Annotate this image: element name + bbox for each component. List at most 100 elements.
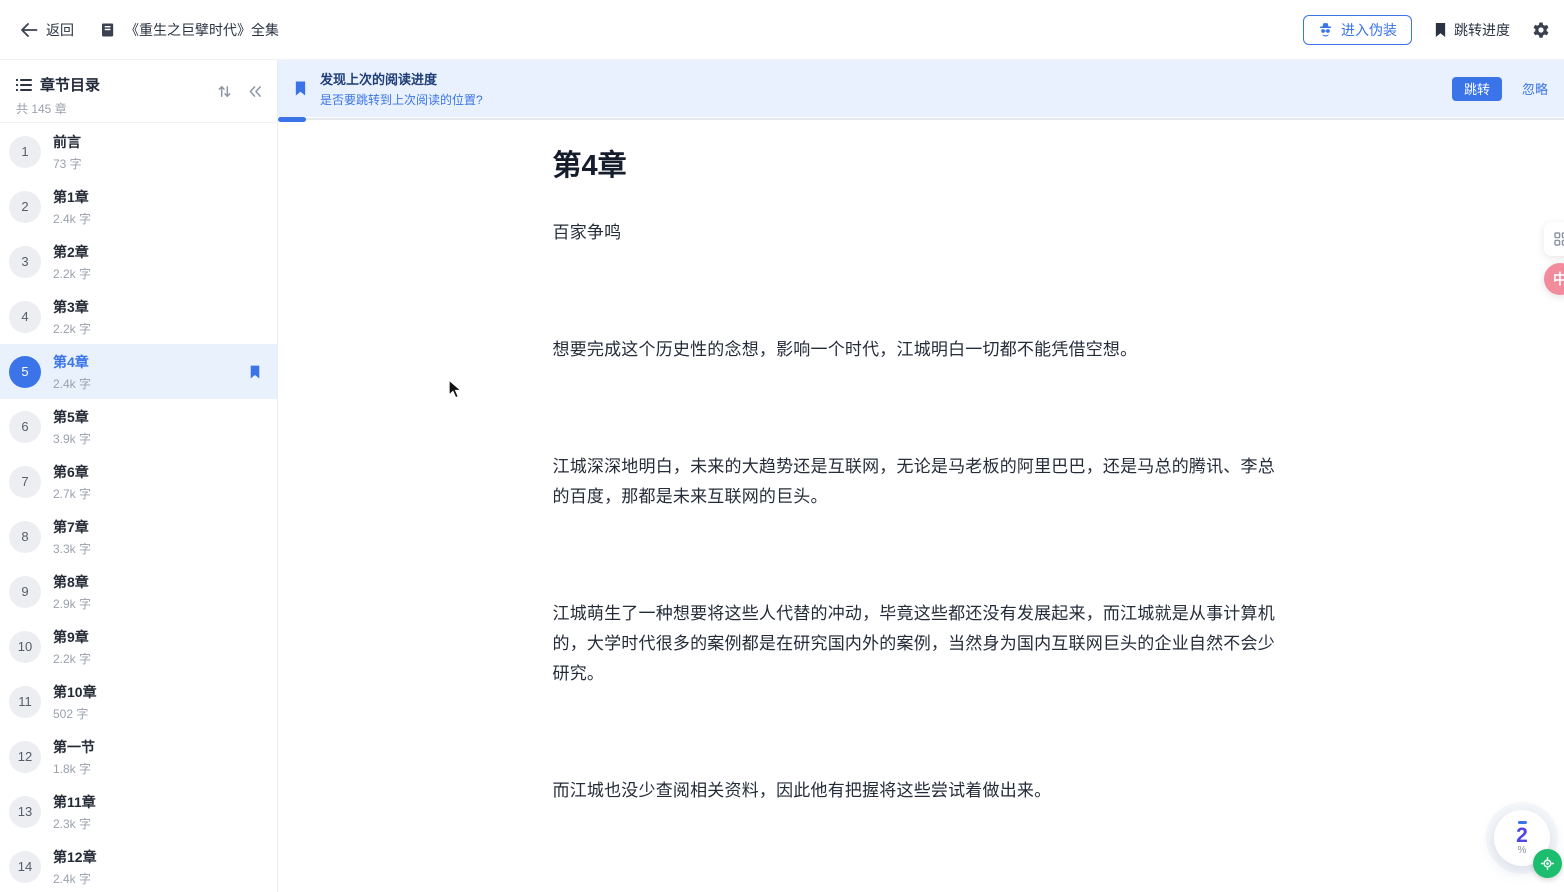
paragraph: 江城萌生了一种想要将这些人代替的冲动，毕竟这些都还没有发展起来，而江城就是从事计… — [553, 599, 1290, 689]
ignore-button[interactable]: 忽略 — [1522, 79, 1548, 98]
chapter-word-count: 73 字 — [53, 155, 82, 172]
chapter-title: 第10章 — [53, 682, 97, 702]
chapter-title: 第8章 — [53, 572, 91, 592]
chapter-list-item[interactable]: 3 第2章 2.2k 字 — [0, 234, 277, 289]
chapter-list-item[interactable]: 2 第1章 2.4k 字 — [0, 179, 277, 234]
sort-order-icon[interactable] — [217, 84, 232, 99]
chapter-count: 共 145 章 — [16, 100, 261, 117]
reading-progress-notification: 发现上次的阅读进度 是否要跳转到上次阅读的位置? 跳转 忽略 — [278, 60, 1564, 117]
chapter-word-count: 2.7k 字 — [53, 485, 91, 502]
back-button[interactable]: 返回 — [20, 20, 74, 40]
chapter-title: 第3章 — [53, 297, 91, 317]
progress-thumb[interactable] — [278, 117, 306, 122]
chapter-info: 第7章 3.3k 字 — [53, 517, 91, 557]
chapter-title: 第9章 — [53, 627, 91, 647]
apps-grid-widget[interactable] — [1544, 222, 1564, 256]
locate-button[interactable] — [1533, 849, 1562, 878]
chapter-number-badge: 10 — [9, 631, 41, 663]
settings-gear-icon[interactable] — [1532, 21, 1550, 39]
enter-disguise-label: 进入伪装 — [1341, 20, 1397, 40]
chapter-number-badge: 12 — [9, 741, 41, 773]
chapter-title: 第12章 — [53, 847, 97, 867]
top-bar-right: 进入伪装 跳转进度 — [1303, 15, 1550, 45]
sidebar-tools — [217, 84, 263, 99]
book-icon — [100, 22, 116, 38]
progress-percent-value: 2 — [1516, 825, 1528, 846]
top-bar: 返回 《重生之巨擘时代》全集 进入伪装 跳转进度 — [0, 0, 1564, 60]
chapter-number-badge: 4 — [9, 301, 41, 333]
chapter-list-item[interactable]: 11 第10章 502 字 — [0, 674, 277, 729]
chapter-number-badge: 11 — [9, 686, 41, 718]
chapter-title: 第6章 — [53, 462, 91, 482]
chapter-info: 第1章 2.4k 字 — [53, 187, 91, 227]
disguise-spy-icon — [1318, 22, 1333, 37]
back-arrow-icon — [20, 22, 38, 38]
notification-bookmark-icon — [294, 80, 307, 97]
chapter-word-count: 502 字 — [53, 705, 97, 722]
chapter-list-item[interactable]: 7 第6章 2.7k 字 — [0, 454, 277, 509]
reading-progress-bar — [278, 117, 1564, 122]
jump-button[interactable]: 跳转 — [1452, 77, 1502, 101]
chapter-list-item[interactable]: 8 第7章 3.3k 字 — [0, 509, 277, 564]
chapter-number-badge: 3 — [9, 246, 41, 278]
chapter-list-item[interactable]: 13 第11章 2.3k 字 — [0, 784, 277, 839]
chapter-bookmark-icon — [249, 364, 261, 379]
chapter-number-badge: 5 — [9, 356, 41, 388]
chapter-title: 前言 — [53, 132, 82, 152]
progress-percent-unit: % — [1518, 846, 1527, 856]
chapter-list-item[interactable]: 10 第9章 2.2k 字 — [0, 619, 277, 674]
sidebar-header: 章节目录 共 145 章 — [0, 60, 277, 123]
chapter-list-item[interactable]: 12 第一节 1.8k 字 — [0, 729, 277, 784]
chapter-title: 第11章 — [53, 792, 96, 812]
jump-progress-button[interactable]: 跳转进度 — [1434, 20, 1510, 40]
chapter-list: 1 前言 73 字 2 第1章 2.4k 字 3 第2章 2.2k 字 — [0, 124, 277, 892]
reader-app: 返回 《重生之巨擘时代》全集 进入伪装 跳转进度 — [0, 0, 1564, 892]
target-icon — [1540, 856, 1555, 871]
chapter-title: 第7章 — [53, 517, 91, 537]
chapter-info: 第12章 2.4k 字 — [53, 847, 97, 887]
chapter-info: 第9章 2.2k 字 — [53, 627, 91, 667]
chapter-info: 第6章 2.7k 字 — [53, 462, 91, 502]
chapter-word-count: 2.2k 字 — [53, 265, 91, 282]
chapter-word-count: 2.4k 字 — [53, 210, 91, 227]
top-bar-left: 返回 《重生之巨擘时代》全集 — [20, 20, 279, 40]
paragraph: 而江城也没少查阅相关资料，因此他有把握将这些尝试着做出来。 — [553, 776, 1290, 806]
chapter-number-badge: 1 — [9, 136, 41, 168]
chapter-word-count: 3.9k 字 — [53, 430, 91, 447]
bookmark-icon — [1434, 22, 1447, 38]
progress-track — [278, 118, 1564, 120]
notification-title: 发现上次的阅读进度 — [320, 69, 483, 88]
notification-subtitle: 是否要跳转到上次阅读的位置? — [320, 91, 483, 108]
chapter-word-count: 2.2k 字 — [53, 650, 91, 667]
jump-progress-label: 跳转进度 — [1454, 20, 1510, 40]
chapter-title: 第1章 — [53, 187, 91, 207]
chapter-list-item[interactable]: 9 第8章 2.9k 字 — [0, 564, 277, 619]
notification-texts: 发现上次的阅读进度 是否要跳转到上次阅读的位置? — [320, 69, 483, 108]
chapter-list-item[interactable]: 6 第5章 3.9k 字 — [0, 399, 277, 454]
enter-disguise-button[interactable]: 进入伪装 — [1303, 15, 1412, 45]
chapter-title: 第一节 — [53, 737, 95, 757]
paragraph: 想要完成这个历史性的念想，影响一个时代，江城明白一切都不能凭借空想。 — [553, 335, 1290, 365]
chapter-title: 第5章 — [53, 407, 91, 427]
chapter-heading: 第4章 — [553, 150, 1290, 182]
chapter-list-item[interactable]: 5 第4章 2.4k 字 — [0, 344, 277, 399]
chapter-word-count: 1.8k 字 — [53, 760, 95, 777]
chapter-info: 第一节 1.8k 字 — [53, 737, 95, 777]
chapter-info: 第5章 3.9k 字 — [53, 407, 91, 447]
chapter-info: 前言 73 字 — [53, 132, 82, 172]
chapter-list-item[interactable]: 1 前言 73 字 — [0, 124, 277, 179]
translate-badge-label: 中 — [1553, 269, 1564, 289]
chapter-info: 第3章 2.2k 字 — [53, 297, 91, 337]
chapter-number-badge: 9 — [9, 576, 41, 608]
chapter-number-badge: 8 — [9, 521, 41, 553]
collapse-sidebar-icon[interactable] — [248, 85, 263, 98]
paragraph: 江城深深地明白，未来的大趋势还是互联网，无论是马老板的阿里巴巴，还是马总的腾讯、… — [553, 452, 1290, 512]
chapter-title: 第2章 — [53, 242, 91, 262]
chapter-sidebar: 章节目录 共 145 章 1 前言 73 字 2 — [0, 60, 278, 892]
chapter-word-count: 2.2k 字 — [53, 320, 91, 337]
chapter-number-badge: 13 — [9, 796, 41, 828]
chapter-list-item[interactable]: 4 第3章 2.2k 字 — [0, 289, 277, 344]
notification-actions: 跳转 忽略 — [1452, 77, 1548, 101]
chapter-content: 第4章 百家争鸣想要完成这个历史性的念想，影响一个时代，江城明白一切都不能凭借空… — [553, 122, 1290, 806]
chapter-list-item[interactable]: 14 第12章 2.4k 字 — [0, 839, 277, 892]
